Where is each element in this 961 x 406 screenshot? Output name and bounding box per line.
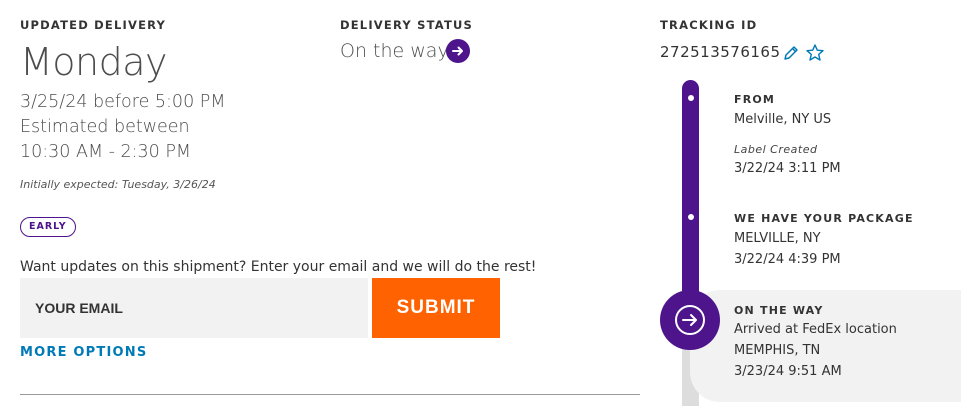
event-title-from: FROM <box>734 93 776 106</box>
submit-button[interactable]: SUBMIT <box>372 278 500 338</box>
event-description: Arrived at FedEx location <box>734 322 897 337</box>
tracking-number: 272513576165 <box>660 43 781 61</box>
tracking-id-label: TRACKING ID <box>660 18 758 32</box>
event-title-package: WE HAVE YOUR PACKAGE <box>734 212 914 225</box>
delivery-status-value: On the way <box>340 40 449 62</box>
delivery-time-window: 10:30 AM - 2:30 PM <box>20 142 192 162</box>
estimated-label: Estimated between <box>20 117 190 137</box>
timeline-dot <box>688 214 694 220</box>
event-label-created: Label Created <box>734 143 818 156</box>
delivery-status-label: DELIVERY STATUS <box>340 18 474 32</box>
timeline-dot <box>688 95 694 101</box>
event-datetime: 3/22/24 3:11 PM <box>734 161 841 176</box>
delivery-date: 3/25/24 before 5:00 PM <box>20 92 226 112</box>
event-location: MELVILLE, NY <box>734 231 821 246</box>
event-location: Melville, NY US <box>734 112 832 127</box>
star-outline-icon[interactable] <box>805 43 825 63</box>
updated-delivery-label: UPDATED DELIVERY <box>20 18 167 32</box>
pencil-icon[interactable] <box>782 44 800 62</box>
event-datetime: 3/22/24 4:39 PM <box>734 252 841 267</box>
section-divider <box>20 394 640 395</box>
initially-expected-note: Initially expected: Tuesday, 3/26/24 <box>20 178 216 191</box>
email-input[interactable] <box>20 278 368 338</box>
more-options-link[interactable]: MORE OPTIONS <box>20 345 147 360</box>
timeline-progress-bar <box>682 80 699 305</box>
early-badge: EARLY <box>20 217 76 237</box>
event-location: MEMPHIS, TN <box>734 343 821 358</box>
on-the-way-arrow-icon <box>660 290 720 350</box>
email-updates-prompt: Want updates on this shipment? Enter you… <box>20 259 537 275</box>
delivery-day: Monday <box>20 40 168 84</box>
current-event-highlight <box>690 290 961 402</box>
event-title-on-the-way: ON THE WAY <box>734 304 824 317</box>
arrow-right-circle-icon[interactable] <box>446 39 470 63</box>
event-datetime: 3/23/24 9:51 AM <box>734 364 842 379</box>
